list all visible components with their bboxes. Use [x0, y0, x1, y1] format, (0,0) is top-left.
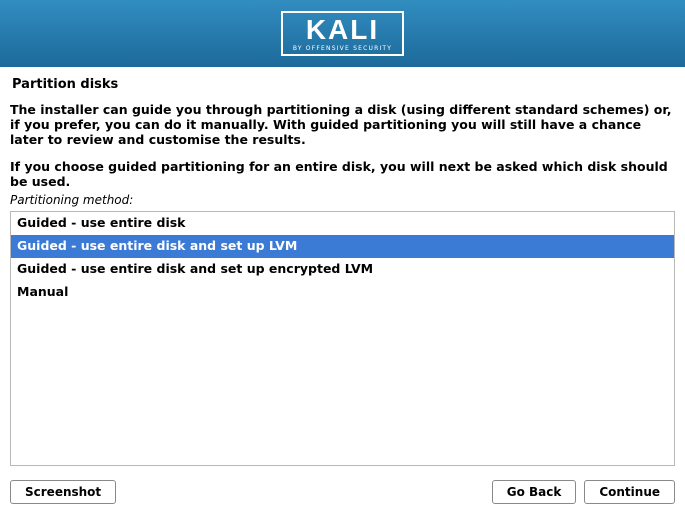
kali-logo: KALI BY OFFENSIVE SECURITY: [281, 11, 404, 56]
intro-text: The installer can guide you through part…: [10, 102, 675, 147]
intro-text-2: If you choose guided partitioning for an…: [10, 159, 675, 189]
partition-option[interactable]: Guided - use entire disk: [11, 212, 674, 235]
header-banner: KALI BY OFFENSIVE SECURITY: [0, 0, 685, 67]
content-area: The installer can guide you through part…: [0, 96, 685, 472]
partition-option[interactable]: Manual: [11, 281, 674, 304]
continue-button[interactable]: Continue: [584, 480, 675, 504]
partitioning-method-label: Partitioning method:: [10, 193, 675, 207]
logo-subtitle: BY OFFENSIVE SECURITY: [293, 46, 392, 52]
partitioning-method-list[interactable]: Guided - use entire diskGuided - use ent…: [10, 211, 675, 466]
page-title: Partition disks: [0, 67, 685, 96]
partition-option[interactable]: Guided - use entire disk and set up LVM: [11, 235, 674, 258]
go-back-button[interactable]: Go Back: [492, 480, 577, 504]
partition-option[interactable]: Guided - use entire disk and set up encr…: [11, 258, 674, 281]
logo-text: KALI: [306, 16, 379, 44]
screenshot-button[interactable]: Screenshot: [10, 480, 116, 504]
footer-bar: Screenshot Go Back Continue: [0, 472, 685, 514]
